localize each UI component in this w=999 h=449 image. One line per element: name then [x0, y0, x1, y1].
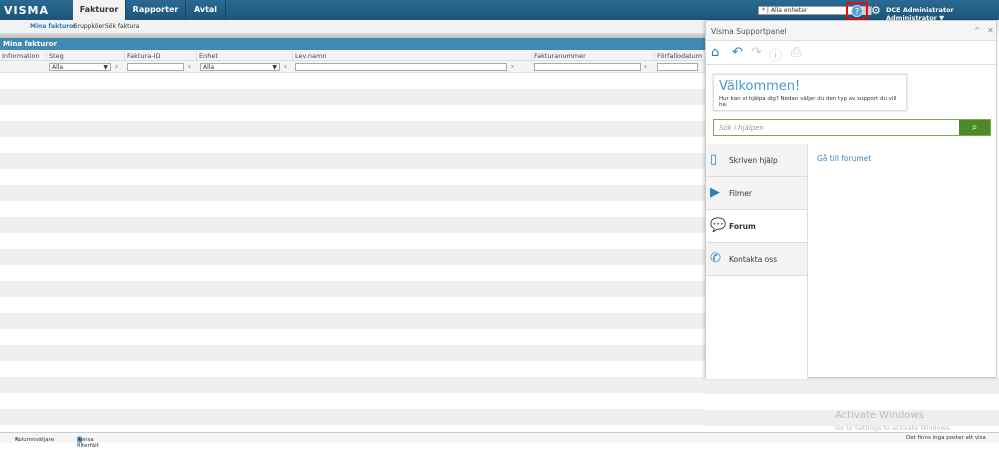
help-button[interactable]: ? [846, 2, 868, 20]
print-icon[interactable]: ⎙ [791, 45, 801, 60]
col-enhet[interactable]: Enhet [196, 52, 218, 61]
home-icon[interactable]: ⌂ [711, 45, 719, 60]
footer: ✎ Kolumnväljare ◙ Rensa filterfält Det f… [0, 432, 999, 449]
close-icon[interactable]: ✕ [987, 26, 994, 35]
menu-label: Filmer [729, 189, 752, 198]
chevron-down-icon: ▼ [103, 64, 108, 71]
panel-title: Visma Supportpanel [711, 27, 787, 36]
enhet-filter-value: Alla [203, 64, 215, 71]
help-search-input[interactable]: Sök i hjälpen ⌕ [713, 119, 991, 136]
unit-select-value: * | Alla enheter [762, 7, 808, 14]
subnav-sok-faktura[interactable]: Sök faktura [105, 23, 139, 30]
menu-item-filmer[interactable]: ▶ Filmer [706, 177, 807, 210]
fakturanummer-filter[interactable] [534, 63, 641, 71]
col-lev-namn[interactable]: Lev.namn [292, 52, 326, 61]
phone-icon: ✆ [710, 251, 721, 266]
tab-avtal[interactable]: Avtal [186, 0, 226, 20]
clear-filters-label: Rensa filterfält [77, 437, 99, 449]
tab-rapporter[interactable]: Rapporter [126, 0, 186, 20]
status-text: Det finns inga poster att visa [906, 435, 986, 441]
clear-enhet[interactable]: x [284, 64, 287, 70]
menu-item-kontakta-oss[interactable]: ✆ Kontakta oss [706, 243, 807, 276]
alert-icon[interactable]: ⓘ [769, 45, 782, 64]
col-forfallodatum[interactable]: Förfallodatum [654, 52, 702, 61]
forfallodatum-filter[interactable] [657, 63, 698, 71]
watermark-sub: Go to Settings to activate Windows. [835, 424, 952, 432]
enhet-filter[interactable]: Alla ▼ [200, 63, 280, 71]
col-information[interactable]: Information [0, 52, 40, 61]
support-menu: ▯ Skriven hjälp ▶ Filmer 💬 Forum ✆ Kontakta … [706, 144, 808, 379]
chevron-down-icon: ▼ [272, 64, 277, 71]
video-icon: ▶ [710, 185, 720, 200]
filter-row: Alla ▼ x x Alla ▼ x x x [0, 61, 705, 73]
steg-filter-value: Alla [52, 64, 64, 71]
subnav-mina-fakturor[interactable]: Mina fakturor [30, 23, 76, 30]
faktura-id-filter[interactable] [127, 63, 184, 71]
clear-lev-namn[interactable]: x [511, 64, 514, 70]
subnav-gruppkoer[interactable]: Gruppköer [73, 23, 105, 30]
lev-namn-filter[interactable] [295, 63, 507, 71]
top-bar: VISMA Fakturor Rapporter Avtal * | Alla … [0, 0, 999, 22]
clear-steg[interactable]: x [115, 64, 118, 70]
gear-icon[interactable]: ⚙ [871, 4, 881, 17]
column-picker-label: Kolumnväljare [15, 437, 55, 443]
forum-link[interactable]: Gå till forumet [817, 154, 871, 163]
help-icon: ? [851, 5, 863, 17]
grid-title: Mina fakturor [0, 38, 705, 50]
col-faktura-id[interactable]: Faktura-ID [124, 52, 160, 61]
clear-faktura-id[interactable]: x [188, 64, 191, 70]
welcome-text: Hur kan vi hjälpa dig? Nedan väljer du d… [719, 96, 897, 108]
watermark-title: Activate Windows [835, 410, 924, 421]
tab-fakturor[interactable]: Fakturor [73, 0, 126, 20]
search-icon: ⌕ [971, 122, 978, 133]
column-headers: Information Steg Faktura-ID Enhet Lev.na… [0, 50, 705, 61]
panel-toolbar: ⌂ ↶ ↷ ⓘ ⎙ [706, 41, 996, 65]
grid-body [0, 73, 705, 432]
steg-filter[interactable]: Alla ▼ [49, 63, 111, 71]
support-panel: Visma Supportpanel ^ ✕ ⌂ ↶ ↷ ⓘ ⎙ Välkomm… [705, 20, 997, 379]
forward-icon[interactable]: ↷ [751, 45, 762, 60]
collapse-icon[interactable]: ^ [974, 26, 981, 35]
menu-item-forum[interactable]: 💬 Forum [706, 210, 807, 243]
menu-item-skriven-hjalp[interactable]: ▯ Skriven hjälp [706, 144, 807, 177]
menu-label: Forum [729, 222, 756, 231]
welcome-title: Välkommen! [719, 79, 801, 94]
menu-label: Skriven hjälp [729, 156, 778, 165]
col-fakturanummer[interactable]: Fakturanummer [531, 52, 586, 61]
clear-fakturanummer[interactable]: x [644, 64, 647, 70]
col-steg[interactable]: Steg [46, 52, 64, 61]
visma-logo: VISMA [4, 4, 49, 17]
welcome-box: Välkommen! Hur kan vi hjälpa dig? Nedan … [713, 74, 907, 111]
search-button[interactable]: ⌕ [959, 120, 990, 135]
search-placeholder: Sök i hjälpen [719, 124, 764, 132]
back-icon[interactable]: ↶ [732, 45, 743, 60]
chat-icon: 💬 [710, 218, 727, 233]
book-icon: ▯ [710, 152, 718, 167]
menu-label: Kontakta oss [729, 255, 778, 264]
